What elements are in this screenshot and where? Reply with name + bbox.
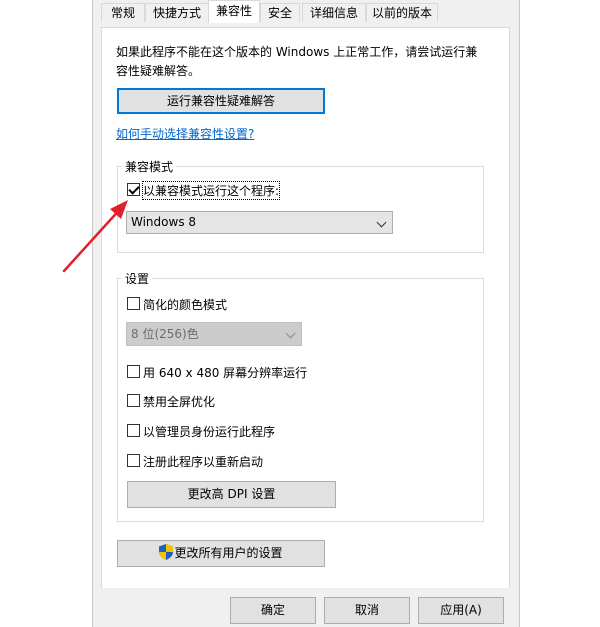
chevron-down-icon — [376, 217, 387, 228]
intro-text: 如果此程序不能在这个版本的 Windows 上正常工作，请尝试运行兼容性疑难解答… — [116, 45, 478, 78]
os-version-select[interactable]: Windows 8 — [126, 211, 393, 234]
compat-mode-label[interactable]: 以兼容模式运行这个程序: — [141, 181, 281, 200]
change-all-users-button[interactable]: 更改所有用户的设置 — [117, 540, 325, 567]
ok-button[interactable]: 确定 — [230, 597, 316, 624]
color-mode-select: 8 位(256)色 — [126, 322, 302, 346]
compat-mode-group — [117, 166, 484, 253]
compat-mode-legend: 兼容模式 — [122, 158, 177, 175]
color-mode-value: 8 位(256)色 — [131, 327, 199, 341]
register-restart-checkbox[interactable] — [127, 454, 140, 467]
uac-shield-icon — [159, 544, 174, 560]
change-dpi-button[interactable]: 更改高 DPI 设置 — [127, 481, 336, 508]
register-restart-label[interactable]: 注册此程序以重新启动 — [143, 453, 263, 470]
run-troubleshooter-button[interactable]: 运行兼容性疑难解答 — [117, 88, 325, 114]
tab-shortcut[interactable]: 快捷方式 — [145, 3, 209, 22]
tab-previous-versions[interactable]: 以前的版本 — [366, 3, 438, 22]
resolution-label[interactable]: 用 640 x 480 屏幕分辨率运行 — [143, 364, 307, 381]
manual-settings-link[interactable]: 如何手动选择兼容性设置? — [116, 125, 254, 142]
os-version-value: Windows 8 — [131, 215, 197, 229]
tab-general[interactable]: 常规 — [101, 3, 145, 22]
annotation-arrow — [62, 200, 128, 273]
run-as-admin-checkbox[interactable] — [127, 424, 140, 437]
chevron-down-icon — [285, 328, 296, 339]
run-as-admin-label[interactable]: 以管理员身份运行此程序 — [143, 423, 275, 440]
change-all-users-label: 更改所有用户的设置 — [174, 546, 283, 560]
fullscreen-opt-label[interactable]: 禁用全屏优化 — [143, 393, 215, 410]
fullscreen-opt-checkbox[interactable] — [127, 394, 140, 407]
reduced-color-label[interactable]: 简化的颜色模式 — [143, 296, 227, 313]
tab-details[interactable]: 详细信息 — [302, 3, 366, 22]
tab-security[interactable]: 安全 — [260, 3, 300, 22]
reduced-color-checkbox[interactable] — [127, 297, 140, 310]
tab-compatibility[interactable]: 兼容性 — [208, 0, 260, 23]
apply-button[interactable]: 应用(A) — [418, 597, 504, 624]
cancel-button[interactable]: 取消 — [324, 597, 410, 624]
resolution-checkbox[interactable] — [127, 365, 140, 378]
